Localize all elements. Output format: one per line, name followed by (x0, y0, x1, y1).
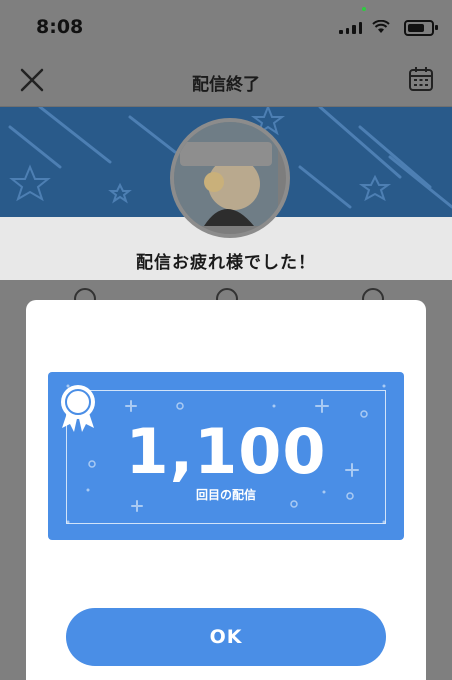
ok-button[interactable]: OK (66, 608, 386, 666)
signal-icon (339, 22, 362, 34)
battery-icon (404, 20, 434, 36)
wifi-icon (372, 20, 390, 33)
thanks-message: 配信お疲れ様でした！ (136, 253, 316, 273)
avatar (170, 118, 290, 238)
page-title: 配信終了 (192, 75, 260, 95)
battery-tip (435, 25, 438, 30)
broadcast-count: 1,100 (125, 415, 327, 488)
calendar-icon[interactable] (408, 66, 434, 92)
broadcast-count-label: 回目の配信 (195, 488, 256, 502)
privacy-indicator-dot (362, 7, 366, 11)
app-header: 配信終了 (0, 52, 452, 107)
status-time: 8:08 (36, 16, 84, 38)
